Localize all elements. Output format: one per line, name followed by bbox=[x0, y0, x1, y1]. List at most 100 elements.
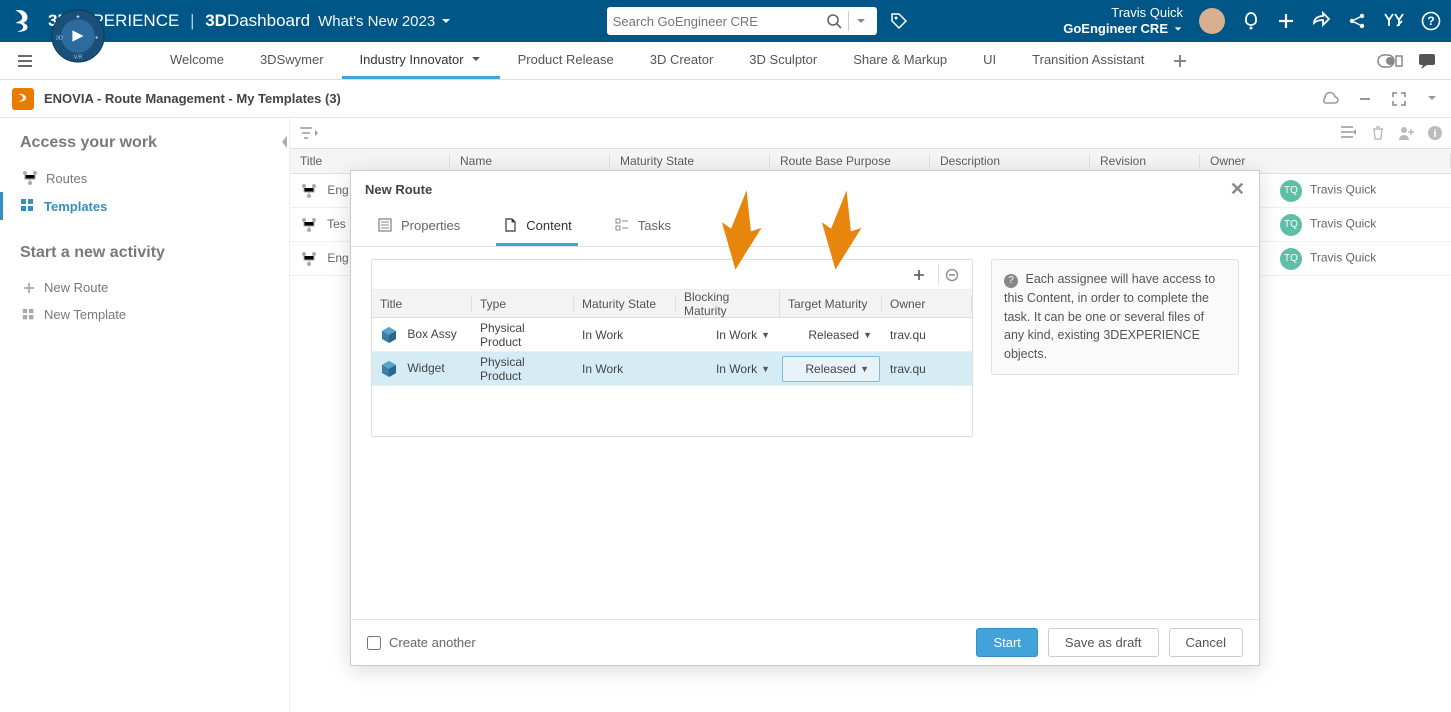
info-icon[interactable]: i bbox=[1427, 125, 1443, 141]
filter-icon[interactable] bbox=[298, 125, 320, 141]
content-icon bbox=[502, 217, 518, 233]
toggle-view-icon[interactable] bbox=[1377, 52, 1403, 70]
tag-icon[interactable] bbox=[889, 11, 909, 31]
delete-icon[interactable] bbox=[1371, 125, 1385, 141]
cancel-button[interactable]: Cancel bbox=[1169, 628, 1243, 657]
chevron-down-icon bbox=[440, 15, 452, 27]
page-title: ENOVIA - Route Management - My Templates… bbox=[44, 91, 341, 106]
sidebar-section-new: Start a new activity bbox=[20, 244, 269, 262]
sidebar-item-templates[interactable]: Templates bbox=[0, 192, 269, 220]
sidebar-item-new-route[interactable]: New Route bbox=[20, 274, 269, 301]
col-owner[interactable]: Owner bbox=[1200, 154, 1451, 168]
blocking-maturity-dropdown[interactable]: In Work▼ bbox=[676, 328, 780, 342]
tab-product-release[interactable]: Product Release bbox=[500, 42, 632, 79]
tab-industry-innovator[interactable]: Industry Innovator bbox=[342, 42, 500, 79]
col-maturity[interactable]: Maturity State bbox=[610, 154, 770, 168]
modal-footer: Create another Start Save as draft Cance… bbox=[351, 619, 1259, 665]
col-revision[interactable]: Revision bbox=[1090, 154, 1200, 168]
target-maturity-dropdown[interactable]: Released▼ bbox=[782, 356, 880, 382]
add-user-icon[interactable] bbox=[1397, 125, 1415, 141]
col-target-maturity[interactable]: Target Maturity bbox=[780, 297, 882, 311]
nav-tabs: Welcome 3DSwymer Industry Innovator Prod… bbox=[152, 42, 1198, 79]
tab-share-markup[interactable]: Share & Markup bbox=[835, 42, 965, 79]
sidebar: Access your work Routes Templates Start … bbox=[0, 118, 290, 712]
plus-icon[interactable] bbox=[1277, 12, 1295, 30]
owner-avatar: TQ bbox=[1280, 214, 1302, 236]
modal-tabs: Properties Content Tasks bbox=[351, 207, 1259, 247]
whats-new-dropdown[interactable]: What's New 2023 bbox=[318, 13, 452, 30]
tab-3d-creator[interactable]: 3D Creator bbox=[632, 42, 732, 79]
plus-icon bbox=[22, 281, 36, 295]
sidebar-item-routes[interactable]: Routes bbox=[20, 164, 269, 192]
col-blocking-maturity[interactable]: Blocking Maturity bbox=[676, 290, 780, 318]
content-row[interactable]: Widget Physical Product In Work In Work▼… bbox=[372, 352, 972, 386]
cloud-icon[interactable] bbox=[1319, 91, 1339, 107]
col-description[interactable]: Description bbox=[930, 154, 1090, 168]
hamburger-icon[interactable] bbox=[8, 52, 42, 70]
yy-icon[interactable] bbox=[1383, 11, 1405, 31]
svg-text:3D: 3D bbox=[56, 36, 63, 42]
top-right-actions: Travis Quick GoEngineer CRE ? bbox=[1063, 5, 1441, 36]
compass-icon[interactable]: ✦ 3D ✦ V.R bbox=[50, 8, 106, 64]
start-button[interactable]: Start bbox=[976, 628, 1037, 657]
app-title-actions bbox=[1319, 91, 1439, 107]
sidebar-section-access: Access your work bbox=[20, 134, 269, 152]
search-box[interactable] bbox=[607, 7, 877, 35]
help-icon[interactable]: ? bbox=[1421, 11, 1441, 31]
col-owner[interactable]: Owner bbox=[882, 297, 972, 311]
list-view-icon[interactable] bbox=[1339, 125, 1359, 141]
new-route-modal: New Route ✕ Properties Content Tasks bbox=[350, 170, 1260, 666]
ds-logo bbox=[10, 7, 38, 35]
add-tab-icon[interactable] bbox=[1162, 53, 1198, 69]
col-type[interactable]: Type bbox=[472, 297, 574, 311]
minimize-icon[interactable] bbox=[1357, 91, 1373, 107]
chevron-down-icon bbox=[470, 53, 482, 65]
blocking-maturity-dropdown[interactable]: In Work▼ bbox=[676, 362, 780, 376]
sidebar-item-new-template[interactable]: New Template bbox=[20, 301, 269, 328]
nav-right-icons bbox=[1377, 52, 1451, 70]
col-purpose[interactable]: Route Base Purpose bbox=[770, 154, 930, 168]
help-icon: ? bbox=[1004, 274, 1018, 288]
content-row[interactable]: Box Assy Physical Product In Work In Wor… bbox=[372, 318, 972, 352]
modal-tab-properties[interactable]: Properties bbox=[371, 207, 466, 246]
tab-welcome[interactable]: Welcome bbox=[152, 42, 242, 79]
expand-chevron-icon[interactable] bbox=[1425, 91, 1439, 107]
search-icon[interactable] bbox=[822, 13, 846, 29]
chevron-down-icon bbox=[1173, 24, 1183, 34]
search-dropdown-icon[interactable] bbox=[851, 15, 871, 27]
notification-icon[interactable] bbox=[1241, 11, 1261, 31]
svg-text:✦: ✦ bbox=[94, 35, 99, 42]
templates-icon bbox=[20, 198, 36, 214]
tab-transition-assistant[interactable]: Transition Assistant bbox=[1014, 42, 1162, 79]
avatar[interactable] bbox=[1199, 8, 1225, 34]
content-table: Title Type Maturity State Blocking Matur… bbox=[371, 259, 973, 437]
col-name[interactable]: Name bbox=[450, 154, 610, 168]
tab-3d-sculptor[interactable]: 3D Sculptor bbox=[731, 42, 835, 79]
modal-title: New Route bbox=[365, 182, 432, 197]
create-another-checkbox[interactable]: Create another bbox=[367, 635, 476, 650]
user-info[interactable]: Travis Quick GoEngineer CRE bbox=[1063, 5, 1183, 36]
col-title[interactable]: Title bbox=[372, 297, 472, 311]
modal-tab-tasks[interactable]: Tasks bbox=[608, 207, 677, 246]
tab-3dswymer[interactable]: 3DSwymer bbox=[242, 42, 342, 79]
close-icon[interactable]: ✕ bbox=[1230, 179, 1245, 200]
col-maturity-state[interactable]: Maturity State bbox=[574, 297, 676, 311]
target-maturity-dropdown[interactable]: Released▼ bbox=[780, 328, 882, 342]
col-title[interactable]: Title bbox=[290, 154, 450, 168]
owner-avatar: TQ bbox=[1280, 180, 1302, 202]
content-table-toolbar bbox=[372, 260, 972, 290]
share-arrow-icon[interactable] bbox=[1311, 11, 1331, 31]
svg-text:i: i bbox=[1433, 128, 1436, 140]
chat-icon[interactable] bbox=[1417, 52, 1437, 70]
svg-text:?: ? bbox=[1427, 14, 1434, 28]
save-draft-button[interactable]: Save as draft bbox=[1048, 628, 1159, 657]
remove-content-icon[interactable] bbox=[938, 264, 964, 286]
modal-tab-content[interactable]: Content bbox=[496, 207, 578, 246]
search-input[interactable] bbox=[613, 14, 822, 29]
info-panel: ? Each assignee will have access to this… bbox=[991, 259, 1239, 375]
fullscreen-icon[interactable] bbox=[1391, 91, 1407, 107]
tab-ui[interactable]: UI bbox=[965, 42, 1014, 79]
add-content-icon[interactable] bbox=[906, 264, 932, 286]
modal-body: Title Type Maturity State Blocking Matur… bbox=[351, 247, 1259, 619]
share-nodes-icon[interactable] bbox=[1347, 11, 1367, 31]
